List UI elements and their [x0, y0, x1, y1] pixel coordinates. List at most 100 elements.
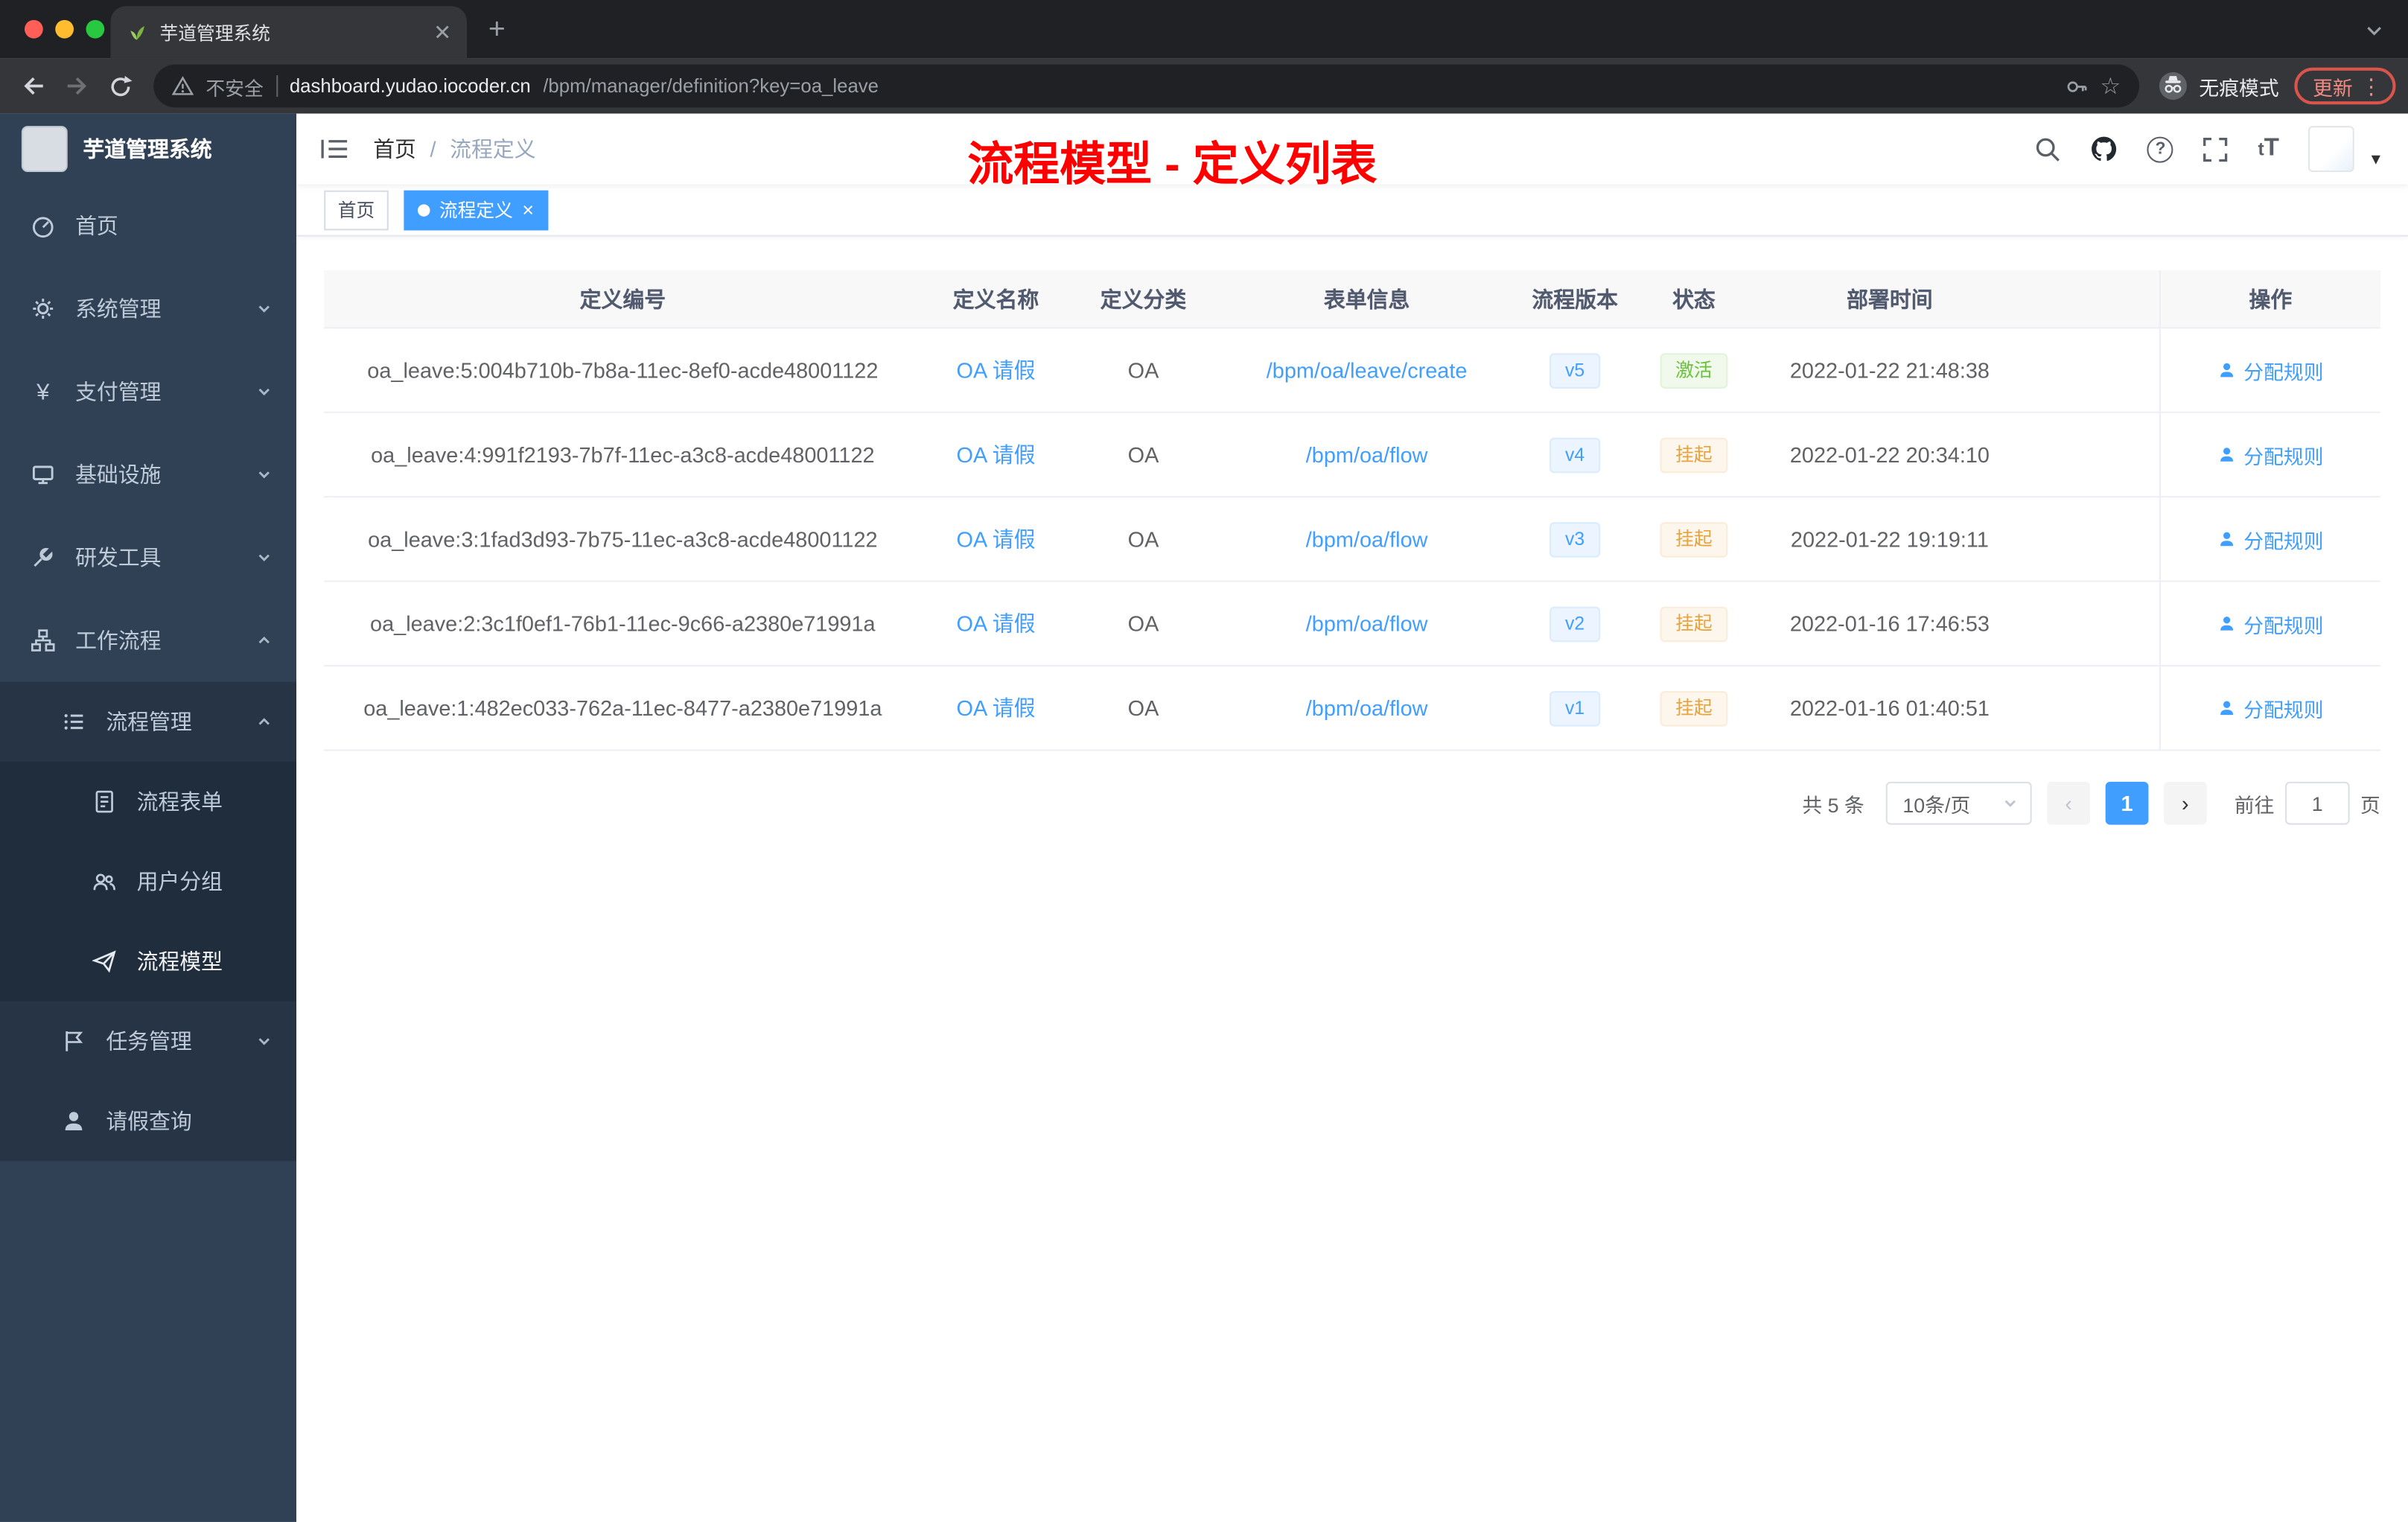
status-badge: 挂起	[1660, 521, 1728, 557]
incognito-badge: 无痕模式	[2158, 71, 2279, 101]
user-avatar[interactable]	[2308, 126, 2355, 172]
person-icon	[2220, 363, 2234, 378]
tag-close-icon[interactable]: ×	[522, 200, 534, 220]
password-key-icon[interactable]	[2065, 74, 2088, 98]
definition-name-link[interactable]: OA 请假	[957, 608, 1036, 639]
security-label[interactable]: 不安全	[206, 71, 263, 101]
form-info-link[interactable]: /bpm/oa/leave/create	[1267, 358, 1468, 383]
pagination-total: 共 5 条	[1802, 793, 1864, 817]
chevron-down-icon	[256, 296, 272, 321]
sidebar-item-home[interactable]: 首页	[0, 185, 296, 267]
definition-category: OA	[1127, 695, 1159, 721]
workflow-icon	[31, 629, 55, 652]
next-page-button[interactable]: ›	[2163, 781, 2207, 825]
tag-label: 流程定义	[439, 200, 513, 221]
sidebar-item-label: 流程表单	[136, 789, 223, 815]
sidebar-item-task-management[interactable]: 任务管理	[0, 1001, 297, 1081]
assign-rule-link[interactable]: 分配规则	[2217, 609, 2324, 638]
assign-rule-link[interactable]: 分配规则	[2217, 524, 2324, 553]
back-button[interactable]	[13, 65, 56, 108]
tab-close-icon[interactable]: ✕	[433, 22, 451, 43]
sidebar-item-infrastructure[interactable]: 基础设施	[0, 433, 296, 516]
definition-table: 定义编号 定义名称 定义分类 表单信息 流程版本 状态 部署时间 操作 oa_l…	[324, 270, 2380, 751]
avatar-caret-down-icon[interactable]: ▼	[2369, 152, 2383, 169]
form-info-link[interactable]: /bpm/oa/flow	[1306, 695, 1428, 720]
page-size-value: 10条/页	[1902, 793, 1971, 817]
paper-plane-icon	[92, 950, 116, 973]
infrastructure-icon	[32, 465, 54, 485]
definition-name-link[interactable]: OA 请假	[957, 439, 1036, 470]
new-tab-button[interactable]: +	[488, 14, 506, 48]
url-path: /bpm/manager/definition?key=oa_leave	[543, 75, 879, 97]
form-info-link[interactable]: /bpm/oa/flow	[1306, 442, 1428, 467]
definition-category: OA	[1127, 611, 1159, 636]
goto-unit: 页	[2360, 793, 2380, 817]
definition-id: oa_leave:5:004b710b-7b8a-11ec-8ef0-acde4…	[367, 357, 879, 383]
table-row: oa_leave:1:482ec033-762a-11ec-8477-a2380…	[324, 666, 2380, 751]
person-icon	[2220, 617, 2234, 631]
search-icon[interactable]	[2035, 136, 2061, 162]
chrome-update-button[interactable]: 更新 ⋮	[2294, 67, 2396, 105]
table-row: oa_leave:2:3c1f0ef1-76b1-11ec-9c66-a2380…	[324, 582, 2380, 667]
definition-name-link[interactable]: OA 请假	[957, 354, 1036, 385]
column-header: 定义名称	[952, 286, 1039, 311]
sidebar-item-label: 流程管理	[106, 709, 192, 734]
forward-button[interactable]	[55, 65, 98, 108]
sidebar-item-label: 研发工具	[75, 545, 162, 570]
address-bar[interactable]: 不安全 dashboard.yudao.iocoder.cn /bpm/mana…	[153, 64, 2139, 108]
font-size-icon[interactable]: tT	[2258, 136, 2279, 163]
sidebar-item-label: 任务管理	[106, 1028, 192, 1054]
definition-name-link[interactable]: OA 请假	[957, 523, 1036, 554]
column-header: 表单信息	[1323, 286, 1410, 311]
user-group-icon	[93, 873, 115, 891]
page-number-button[interactable]: 1	[2105, 781, 2149, 825]
deploy-time: 2022-01-22 20:34:10	[1789, 442, 1990, 467]
breadcrumb-home-link[interactable]: 首页	[373, 133, 416, 164]
deploy-time: 2022-01-22 21:48:38	[1789, 357, 1990, 383]
sidebar-item-process-management[interactable]: 流程管理	[0, 681, 297, 762]
breadcrumb-separator: /	[430, 136, 436, 162]
assign-rule-link[interactable]: 分配规则	[2217, 355, 2324, 384]
assign-rule-link[interactable]: 分配规则	[2217, 440, 2324, 469]
sidebar-item-dev-tools[interactable]: 研发工具	[0, 516, 296, 599]
browser-tab[interactable]: 芋道管理系统 ✕	[110, 6, 467, 59]
assign-rule-link[interactable]: 分配规则	[2217, 693, 2324, 722]
incognito-label: 无痕模式	[2199, 76, 2279, 100]
github-icon[interactable]	[2091, 136, 2118, 163]
sidebar-item-process-model[interactable]: 流程模型	[0, 921, 297, 1002]
breadcrumb: 首页 / 流程定义	[373, 133, 535, 164]
form-info-link[interactable]: /bpm/oa/flow	[1306, 611, 1428, 636]
sidebar-logo[interactable]: 芋道管理系统	[0, 114, 296, 185]
tab-favicon	[130, 26, 144, 40]
table-row: oa_leave:4:991f2193-7b7f-11ec-a3c8-acde4…	[324, 413, 2380, 498]
browser-window: 芋道管理系统 ✕ + 不安全 dashboard.yudao.iocoder.c…	[0, 0, 2408, 1522]
definition-name-link[interactable]: OA 请假	[957, 692, 1036, 723]
person-icon	[2220, 701, 2234, 716]
reload-button[interactable]	[98, 65, 141, 108]
tag-process-definition[interactable]: 流程定义 ×	[404, 189, 548, 230]
minimize-window-button[interactable]	[55, 19, 74, 39]
sidebar-item-label: 用户分组	[136, 869, 223, 894]
sidebar-collapse-icon[interactable]	[321, 137, 348, 162]
tag-label: 首页	[337, 200, 375, 221]
tag-home[interactable]: 首页	[324, 189, 389, 230]
fullscreen-icon[interactable]	[2202, 136, 2229, 162]
browser-menu-icon[interactable]: ⋮	[2360, 73, 2382, 99]
sidebar-item-payment-management[interactable]: ¥ 支付管理	[0, 350, 296, 433]
help-icon[interactable]: ?	[2147, 136, 2174, 162]
goto-page-input[interactable]	[2284, 781, 2350, 825]
form-info-link[interactable]: /bpm/oa/flow	[1306, 526, 1428, 551]
sidebar-item-workflow[interactable]: 工作流程	[0, 599, 296, 681]
page-size-select[interactable]: 10条/页	[1885, 781, 2032, 825]
version-badge: v4	[1549, 436, 1600, 473]
tab-search-icon[interactable]	[2365, 20, 2383, 48]
sidebar-item-user-group[interactable]: 用户分组	[0, 841, 297, 922]
prev-page-button[interactable]: ‹	[2047, 781, 2090, 825]
sidebar-item-system-management[interactable]: 系统管理	[0, 267, 296, 350]
maximize-window-button[interactable]	[86, 19, 105, 39]
sidebar-item-leave-query[interactable]: 请假查询	[0, 1081, 297, 1162]
bookmark-star-icon[interactable]: ☆	[2100, 72, 2121, 100]
sidebar-item-process-form[interactable]: 流程表单	[0, 762, 297, 842]
close-window-button[interactable]	[25, 19, 43, 39]
deploy-time: 2022-01-22 19:19:11	[1790, 526, 1989, 552]
